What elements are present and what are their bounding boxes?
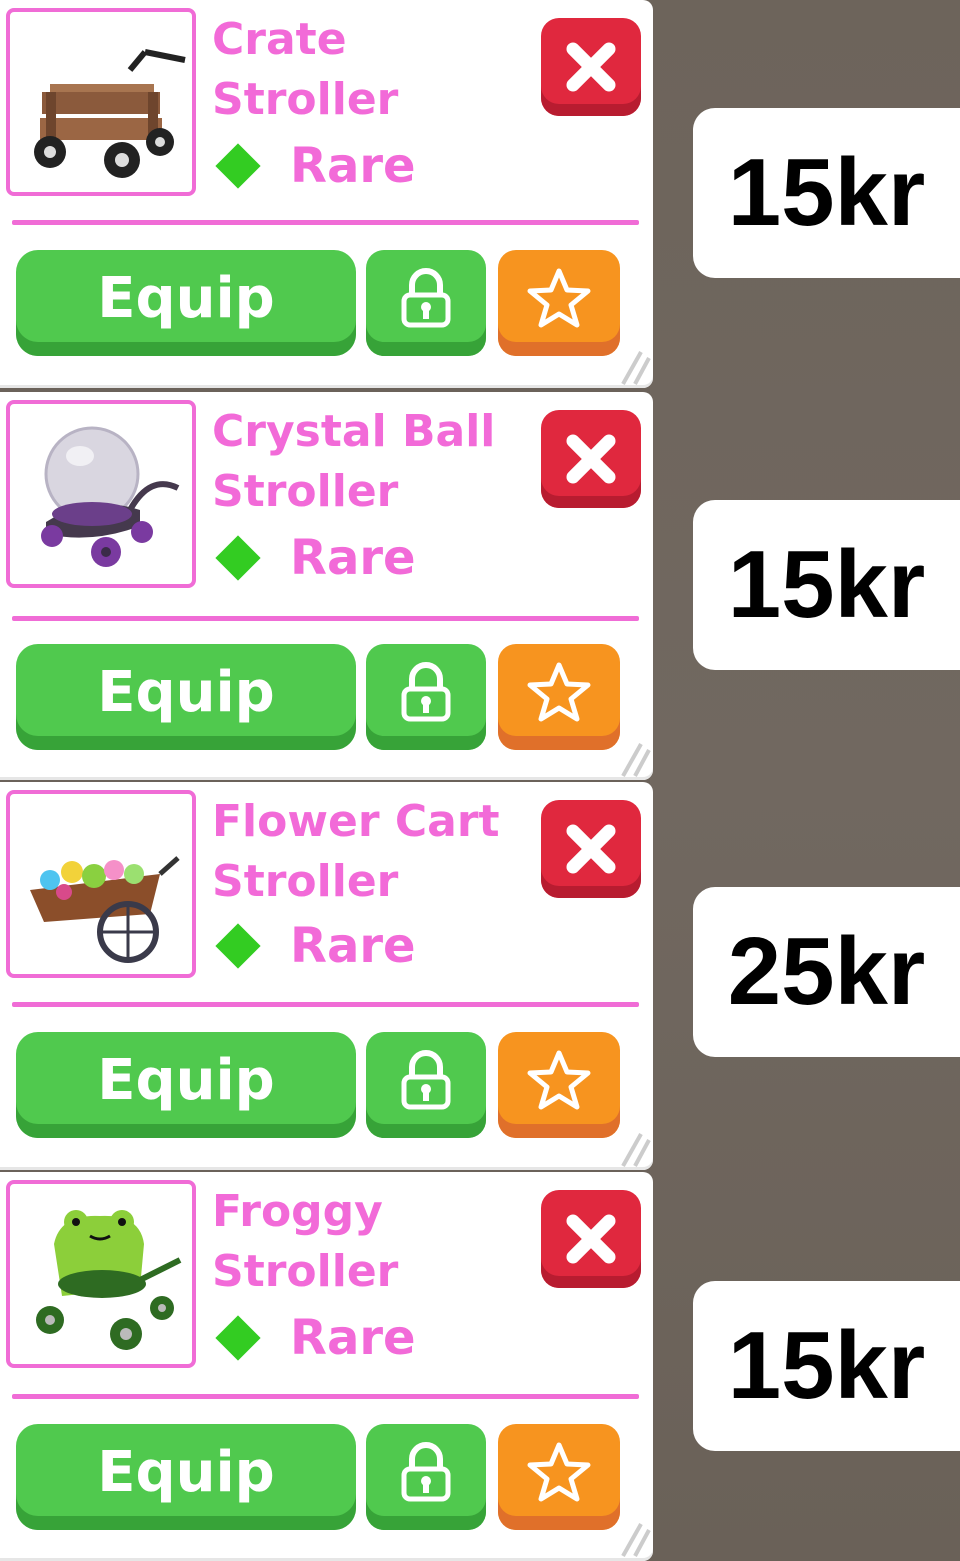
- favorite-button[interactable]: [498, 250, 620, 356]
- remove-button[interactable]: [541, 18, 641, 116]
- divider: [12, 220, 639, 225]
- lock-button[interactable]: [366, 1032, 486, 1138]
- item-name: Flower Cart Stroller: [212, 796, 500, 907]
- equip-button[interactable]: Equip: [16, 644, 356, 750]
- crate-stroller-icon: [34, 49, 186, 178]
- item-thumbnail: [6, 790, 196, 978]
- froggy-stroller-icon: [36, 1210, 182, 1350]
- rarity-label: Rare: [290, 138, 416, 194]
- lock-icon: [401, 662, 451, 722]
- item-card: Flower Cart Stroller Rare Equip: [0, 782, 653, 1170]
- lock-button[interactable]: [366, 1424, 486, 1530]
- divider: [12, 1394, 639, 1399]
- lock-icon: [401, 1442, 451, 1502]
- remove-button[interactable]: [541, 800, 641, 898]
- close-icon: [566, 824, 616, 874]
- flower-cart-stroller-icon: [30, 856, 180, 963]
- resize-grip-icon: [621, 1523, 651, 1557]
- divider: [12, 616, 639, 621]
- equip-button[interactable]: Equip: [16, 1032, 356, 1138]
- star-icon: [527, 662, 591, 722]
- item-name: Crystal Ball Stroller: [212, 406, 496, 517]
- rarity-row: Rare: [212, 530, 416, 586]
- rarity-row: Rare: [212, 1310, 416, 1366]
- lock-icon: [401, 268, 451, 328]
- rarity-diamond-icon: [215, 143, 261, 189]
- item-card: Crystal Ball Stroller Rare Equip: [0, 392, 653, 780]
- lock-button[interactable]: [366, 250, 486, 356]
- price-tag: 25kr: [693, 887, 960, 1057]
- item-card: Froggy Stroller Rare Equip: [0, 1172, 653, 1561]
- item-name: Froggy Stroller: [212, 1186, 399, 1297]
- price-tag: 15kr: [693, 108, 960, 278]
- item-card: Crate Stroller Rare Equip: [0, 0, 653, 388]
- resize-grip-icon: [621, 743, 651, 777]
- close-icon: [566, 42, 616, 92]
- rarity-diamond-icon: [215, 535, 261, 581]
- equip-button[interactable]: Equip: [16, 1424, 356, 1530]
- star-icon: [527, 268, 591, 328]
- star-icon: [527, 1442, 591, 1502]
- close-icon: [566, 1214, 616, 1264]
- item-thumbnail: [6, 1180, 196, 1368]
- crystal-ball-stroller-icon: [41, 426, 180, 567]
- rarity-row: Rare: [212, 918, 416, 974]
- close-icon: [566, 434, 616, 484]
- star-icon: [527, 1050, 591, 1110]
- remove-button[interactable]: [541, 410, 641, 508]
- lock-icon: [401, 1050, 451, 1110]
- rarity-row: Rare: [212, 138, 416, 194]
- item-thumbnail: [6, 8, 196, 196]
- rarity-label: Rare: [290, 530, 416, 586]
- divider: [12, 1002, 639, 1007]
- rarity-diamond-icon: [215, 923, 261, 969]
- item-thumbnail: [6, 400, 196, 588]
- rarity-label: Rare: [290, 1310, 416, 1366]
- price-tag: 15kr: [693, 500, 960, 670]
- favorite-button[interactable]: [498, 1424, 620, 1530]
- rarity-label: Rare: [290, 918, 416, 974]
- equip-button[interactable]: Equip: [16, 250, 356, 356]
- resize-grip-icon: [621, 351, 651, 385]
- remove-button[interactable]: [541, 1190, 641, 1288]
- lock-button[interactable]: [366, 644, 486, 750]
- rarity-diamond-icon: [215, 1315, 261, 1361]
- favorite-button[interactable]: [498, 644, 620, 750]
- item-name: Crate Stroller: [212, 14, 399, 125]
- price-tag: 15kr: [693, 1281, 960, 1451]
- resize-grip-icon: [621, 1133, 651, 1167]
- favorite-button[interactable]: [498, 1032, 620, 1138]
